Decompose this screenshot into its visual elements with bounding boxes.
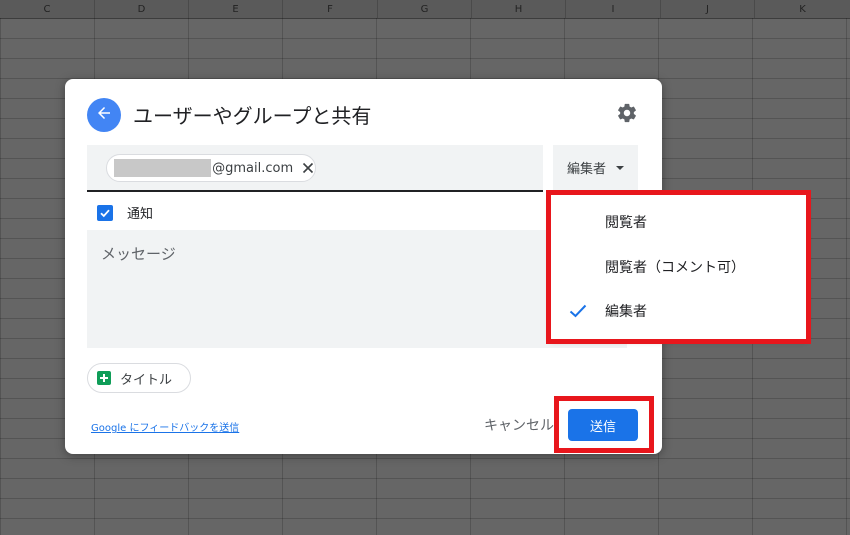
- column-header[interactable]: F: [283, 0, 378, 18]
- column-header[interactable]: J: [661, 0, 755, 18]
- google-sheets-icon: [97, 371, 111, 385]
- feedback-link[interactable]: Google にフィードバックを送信: [91, 419, 239, 434]
- recipient-input[interactable]: @gmail.com: [87, 145, 543, 192]
- attached-file-title: タイトル: [120, 372, 173, 388]
- dialog-title: ユーザーやグループと共有: [133, 104, 372, 128]
- column-header[interactable]: G: [378, 0, 472, 18]
- cancel-button[interactable]: キャンセル: [484, 415, 554, 435]
- caret-down-icon: [616, 165, 624, 170]
- role-dropdown-button[interactable]: 編集者: [553, 145, 638, 190]
- notify-label: 通知: [127, 207, 154, 222]
- column-header[interactable]: I: [566, 0, 661, 18]
- settings-button[interactable]: [615, 103, 639, 127]
- notify-option[interactable]: 通知: [97, 203, 153, 222]
- column-header[interactable]: C: [0, 0, 95, 18]
- recipient-email-domain: @gmail.com: [212, 160, 294, 176]
- highlight-box-role-menu: [546, 190, 811, 344]
- column-header[interactable]: H: [472, 0, 566, 18]
- recipient-chip[interactable]: @gmail.com: [106, 154, 316, 182]
- highlight-box-send: [554, 396, 654, 453]
- back-button[interactable]: [87, 98, 121, 132]
- column-header[interactable]: D: [95, 0, 189, 18]
- arrow-left-icon: [95, 104, 113, 126]
- notify-checkbox[interactable]: [97, 204, 113, 221]
- remove-recipient-icon[interactable]: [301, 161, 315, 175]
- column-header[interactable]: E: [189, 0, 283, 18]
- attached-file-chip[interactable]: タイトル: [87, 363, 191, 393]
- redacted-email-user: [114, 159, 212, 177]
- role-dropdown-label: 編集者: [566, 162, 606, 177]
- column-header-row: C D E F G H I J K: [0, 0, 850, 19]
- gear-icon: [616, 102, 638, 128]
- checkmark-icon: [100, 209, 110, 217]
- column-header[interactable]: K: [755, 0, 850, 18]
